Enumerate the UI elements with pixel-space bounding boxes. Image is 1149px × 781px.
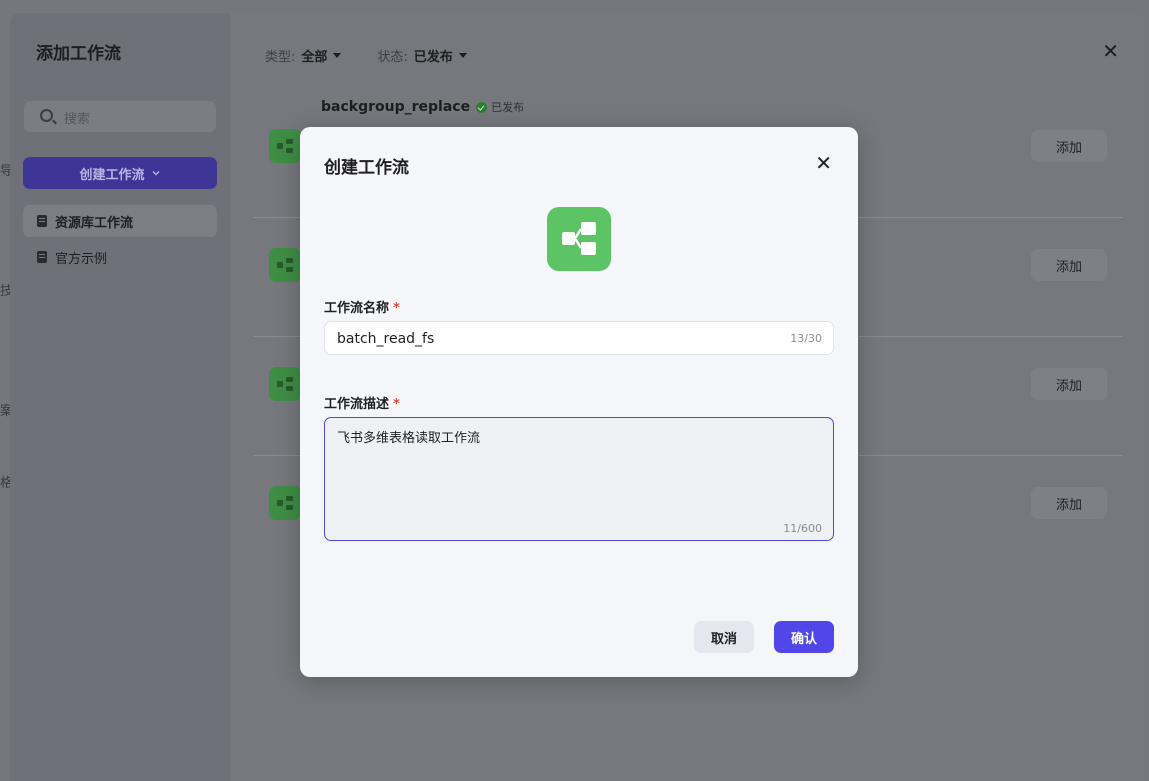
required-mark: * — [393, 301, 400, 316]
add-button[interactable]: 添加 — [1031, 368, 1107, 400]
workflow-description-textarea[interactable]: 飞书多维表格读取工作流 11/600 — [324, 417, 834, 541]
name-char-counter: 13/30 — [790, 332, 822, 345]
caret-down-icon — [458, 53, 467, 58]
status-filter[interactable]: 状态: 已发布 — [377, 46, 467, 65]
type-filter[interactable]: 类型: 全部 — [265, 46, 342, 65]
document-icon — [37, 251, 47, 263]
filter-value: 已发布 — [413, 50, 453, 65]
required-mark: * — [393, 397, 400, 412]
workflow-icon — [269, 486, 301, 520]
sidebar-item-library-workflows[interactable]: 资源库工作流 — [23, 205, 217, 237]
chevron-down-icon — [152, 171, 159, 176]
panel-sidebar: 添加工作流 搜索 创建工作流 资源库工作流 官方示例 — [10, 13, 230, 781]
workflow-icon — [269, 248, 301, 282]
status-badge: 已发布 — [476, 99, 524, 115]
workflow-description-value: 飞书多维表格读取工作流 — [337, 431, 481, 446]
confirm-button[interactable]: 确认 — [774, 621, 834, 653]
create-workflow-modal: 创建工作流 ✕ 工作流名称 * batch_read_fs 13/30 工作流描述… — [300, 127, 858, 677]
workflow-name-value: batch_read_fs — [337, 331, 435, 347]
add-button[interactable]: 添加 — [1031, 487, 1107, 519]
cancel-button[interactable]: 取消 — [694, 621, 754, 653]
search-placeholder: 搜索 — [64, 112, 91, 127]
search-input[interactable]: 搜索 — [24, 101, 216, 132]
workflow-icon — [269, 367, 301, 401]
add-button[interactable]: 添加 — [1031, 249, 1107, 281]
close-icon[interactable]: ✕ — [1102, 39, 1119, 63]
document-icon — [37, 215, 47, 227]
create-workflow-button[interactable]: 创建工作流 — [23, 157, 217, 189]
check-circle-icon — [476, 101, 488, 113]
desc-field-label: 工作流描述 * — [324, 393, 400, 412]
desc-label-text: 工作流描述 — [324, 397, 390, 412]
close-icon[interactable]: ✕ — [815, 151, 832, 175]
status-text: 已发布 — [491, 101, 525, 114]
sidebar-item-official-examples[interactable]: 官方示例 — [23, 241, 217, 273]
workflow-icon[interactable] — [547, 207, 611, 271]
panel-title: 添加工作流 — [36, 44, 121, 64]
workflow-icon — [269, 129, 301, 163]
modal-title: 创建工作流 — [324, 158, 409, 178]
filter-label: 类型: — [265, 50, 296, 65]
workflow-name-line: backgroup_replace 已发布 — [321, 99, 524, 115]
caret-down-icon — [333, 53, 342, 58]
filter-bar: 类型: 全部 状态: 已发布 — [265, 46, 467, 65]
create-workflow-label: 创建工作流 — [79, 167, 145, 183]
workflow-name: backgroup_replace — [321, 99, 471, 115]
filter-value: 全部 — [301, 50, 328, 65]
desc-char-counter: 11/600 — [783, 522, 822, 535]
add-button[interactable]: 添加 — [1031, 130, 1107, 162]
name-label-text: 工作流名称 — [324, 301, 390, 316]
workflow-name-input[interactable]: batch_read_fs 13/30 — [324, 321, 834, 355]
sidebar-item-label: 官方示例 — [55, 251, 108, 267]
sidebar-item-label: 资源库工作流 — [55, 215, 134, 231]
filter-label: 状态: — [377, 50, 408, 65]
name-field-label: 工作流名称 * — [324, 297, 400, 316]
search-icon — [40, 109, 53, 122]
